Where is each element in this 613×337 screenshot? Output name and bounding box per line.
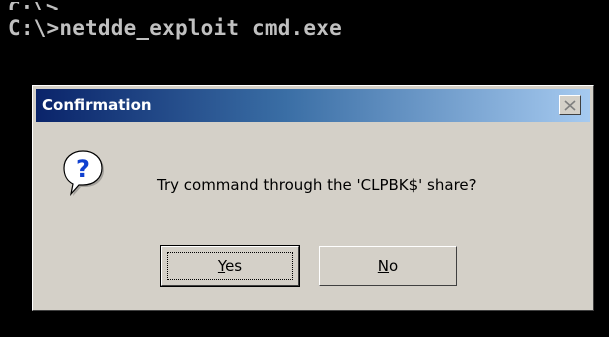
dialog-message: Try command through the 'CLPBK$' share? (157, 176, 477, 194)
close-button[interactable] (559, 95, 581, 115)
no-button[interactable]: No (319, 246, 457, 286)
question-icon: ? (61, 148, 105, 197)
dialog-title: Confirmation (42, 96, 152, 114)
confirmation-dialog: Confirmation ? Try command through the '… (32, 85, 594, 311)
console-window[interactable]: C:\> C:\>netdde_exploit cmd.exe Confirma… (0, 0, 609, 337)
no-button-label: No (377, 257, 399, 275)
screenshot-frame: C:\> C:\>netdde_exploit cmd.exe Confirma… (0, 0, 613, 337)
console-previous-line: C:\> (8, 2, 59, 10)
console-command-line: C:\>netdde_exploit cmd.exe (8, 16, 342, 40)
close-icon (564, 99, 576, 111)
yes-button-label: Yes (217, 257, 243, 275)
yes-button[interactable]: Yes (160, 245, 300, 287)
dialog-titlebar[interactable]: Confirmation (36, 89, 590, 122)
svg-text:?: ? (76, 155, 90, 183)
